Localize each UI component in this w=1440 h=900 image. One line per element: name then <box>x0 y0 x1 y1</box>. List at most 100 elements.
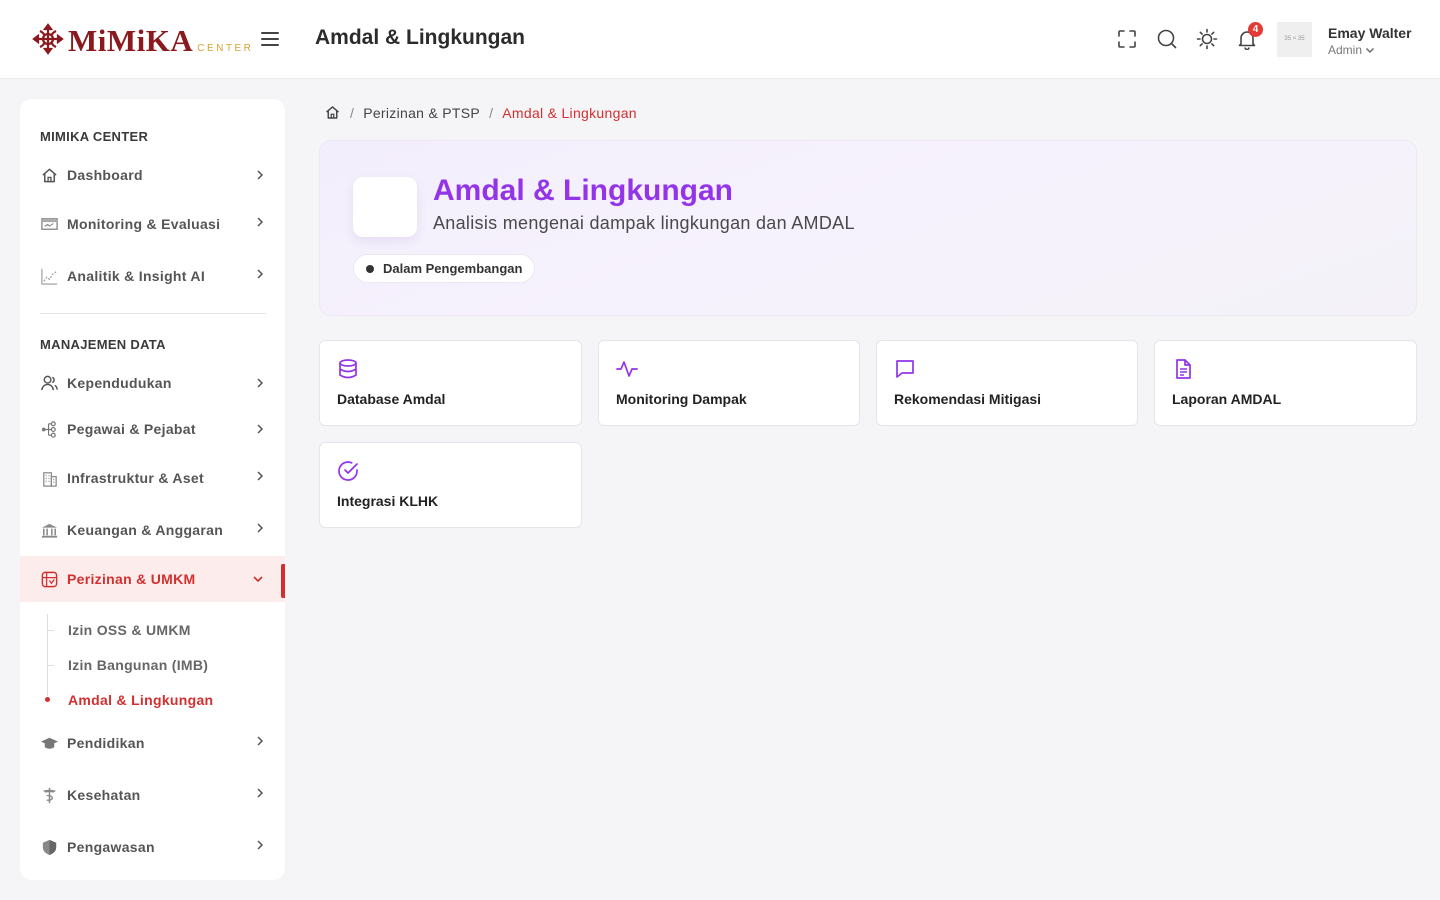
breadcrumb-separator: / <box>489 104 494 121</box>
hero-icon-box <box>353 177 417 237</box>
sidebar-item-infrastruktur[interactable]: Infrastruktur & Aset <box>20 455 285 501</box>
activity-icon <box>616 361 638 377</box>
status-badge: Dalam Pengembangan <box>353 254 536 283</box>
document-icon <box>1176 359 1191 379</box>
chevron-right-icon <box>257 217 264 227</box>
card-label: Laporan AMDAL <box>1172 391 1282 407</box>
sidebar-item-label: Pendidikan <box>67 735 145 751</box>
sidebar-item-label: Kesehatan <box>67 787 141 803</box>
chevron-right-icon <box>257 170 264 180</box>
sidebar-item-label: Keuangan & Anggaran <box>67 522 224 538</box>
sidebar-item-perizinan[interactable]: Perizinan & UMKM <box>20 556 285 602</box>
health-icon <box>42 787 57 803</box>
submenu-tick <box>47 630 54 631</box>
sidebar-item-label: Dashboard <box>67 167 143 183</box>
database-icon <box>339 359 357 379</box>
submenu-active-dot <box>45 697 50 702</box>
avatar[interactable]: 35 × 35 <box>1277 22 1312 57</box>
sidebar-item-label: Pengawasan <box>67 839 155 855</box>
card-label: Database Amdal <box>337 391 446 407</box>
breadcrumb-separator: / <box>350 104 355 121</box>
chevron-right-icon <box>257 424 264 434</box>
home-icon[interactable] <box>324 104 341 121</box>
active-indicator <box>281 564 285 598</box>
sidebar: MIMIKA CENTER Dashboard Monitoring & Eva… <box>20 99 285 880</box>
building-icon <box>43 471 57 487</box>
sidebar-item-kependudukan[interactable]: Kependudukan <box>20 360 285 406</box>
monitor-icon <box>41 217 58 230</box>
sidebar-item-pengawasan[interactable]: Pengawasan <box>20 824 285 870</box>
sidebar-item-pendidikan[interactable]: Pendidikan <box>20 720 285 766</box>
sidebar-section-title: MANAJEMEN DATA <box>40 337 166 352</box>
sidebar-item-label: Kependudukan <box>67 375 172 391</box>
sidebar-item-label: Monitoring & Evaluasi <box>67 216 221 232</box>
menu-toggle-icon[interactable] <box>261 32 279 46</box>
message-icon <box>896 360 914 378</box>
sidebar-item-label: Analitik & Insight AI <box>67 268 206 284</box>
sidebar-item-label: Perizinan & UMKM <box>67 571 196 587</box>
card-laporan-amdal[interactable]: Laporan AMDAL <box>1154 340 1417 426</box>
sidebar-item-keuangan[interactable]: Keuangan & Anggaran <box>20 507 285 553</box>
graduation-icon <box>40 737 59 749</box>
hero-subtitle: Analisis mengenai dampak lingkungan dan … <box>433 213 855 233</box>
chevron-down-icon <box>253 576 263 583</box>
chevron-right-icon <box>257 840 264 850</box>
card-database-amdal[interactable]: Database Amdal <box>319 340 582 426</box>
sidebar-item-dashboard[interactable]: Dashboard <box>20 152 285 198</box>
card-rekomendasi-mitigasi[interactable]: Rekomendasi Mitigasi <box>876 340 1138 426</box>
logo-text: MiMiKA <box>68 23 194 58</box>
chevron-right-icon <box>257 378 264 388</box>
check-circle-icon <box>338 461 358 481</box>
user-role: Admin <box>1328 43 1363 57</box>
breadcrumb-current: Amdal & Lingkungan <box>502 104 637 121</box>
home-icon <box>42 168 57 182</box>
submenu-line <box>47 614 48 696</box>
chevron-right-icon <box>257 736 264 746</box>
user-name[interactable]: Emay Walter <box>1328 25 1412 41</box>
sidebar-item-label: Pegawai & Pejabat <box>67 421 196 437</box>
chevron-down-icon <box>1366 48 1375 53</box>
fullscreen-icon[interactable] <box>1116 28 1138 50</box>
logo[interactable]: MiMiKA CENTER <box>31 22 253 56</box>
sidebar-item-pegawai[interactable]: Pegawai & Pejabat <box>20 406 285 452</box>
users-icon <box>41 375 58 390</box>
breadcrumb: / Perizinan & PTSP / Amdal & Lingkungan <box>324 104 637 121</box>
hero-banner: Amdal & Lingkungan Analisis mengenai dam… <box>319 140 1417 316</box>
sidebar-item-kesehatan[interactable]: Kesehatan <box>20 772 285 818</box>
hero-title: Amdal & Lingkungan <box>433 174 733 207</box>
submenu-tick <box>47 665 54 666</box>
sidebar-divider <box>40 313 266 314</box>
notification-badge: 4 <box>1248 22 1263 37</box>
bank-icon <box>41 523 58 538</box>
org-icon <box>41 420 56 438</box>
sidebar-item-label: Infrastruktur & Aset <box>67 470 204 486</box>
logo-emblem-icon <box>32 23 64 55</box>
sidebar-item-monitoring[interactable]: Monitoring & Evaluasi <box>20 201 285 247</box>
status-text: Dalam Pengembangan <box>383 261 523 276</box>
card-integrasi-klhk[interactable]: Integrasi KLHK <box>319 442 582 528</box>
page-title: Amdal & Lingkungan <box>315 26 525 49</box>
chevron-right-icon <box>257 471 264 481</box>
top-header: MiMiKA CENTER Amdal & Lingkungan 4 35 × … <box>0 0 1440 79</box>
status-dot <box>366 264 374 273</box>
shield-icon <box>42 839 57 855</box>
card-label: Integrasi KLHK <box>337 493 439 509</box>
chevron-right-icon <box>257 523 264 533</box>
search-icon[interactable] <box>1156 28 1178 50</box>
theme-sun-icon[interactable] <box>1196 28 1218 50</box>
sidebar-item-analitik[interactable]: Analitik & Insight AI <box>20 253 285 299</box>
card-monitoring-dampak[interactable]: Monitoring Dampak <box>598 340 860 426</box>
license-icon <box>41 571 58 587</box>
sidebar-section-title: MIMIKA CENTER <box>40 129 149 144</box>
user-role-dropdown[interactable]: Admin <box>1328 43 1375 57</box>
submenu-item-izin-bangunan[interactable]: Izin Bangunan (IMB) <box>68 657 208 673</box>
submenu-item-amdal[interactable]: Amdal & Lingkungan <box>68 692 213 708</box>
card-label: Monitoring Dampak <box>616 391 747 407</box>
chart-icon <box>41 268 58 285</box>
submenu-item-izin-oss[interactable]: Izin OSS & UMKM <box>68 622 191 638</box>
logo-subtext: CENTER <box>197 43 254 54</box>
chevron-right-icon <box>257 788 264 798</box>
breadcrumb-parent[interactable]: Perizinan & PTSP <box>363 105 480 121</box>
card-label: Rekomendasi Mitigasi <box>894 391 1042 407</box>
chevron-right-icon <box>257 269 264 279</box>
